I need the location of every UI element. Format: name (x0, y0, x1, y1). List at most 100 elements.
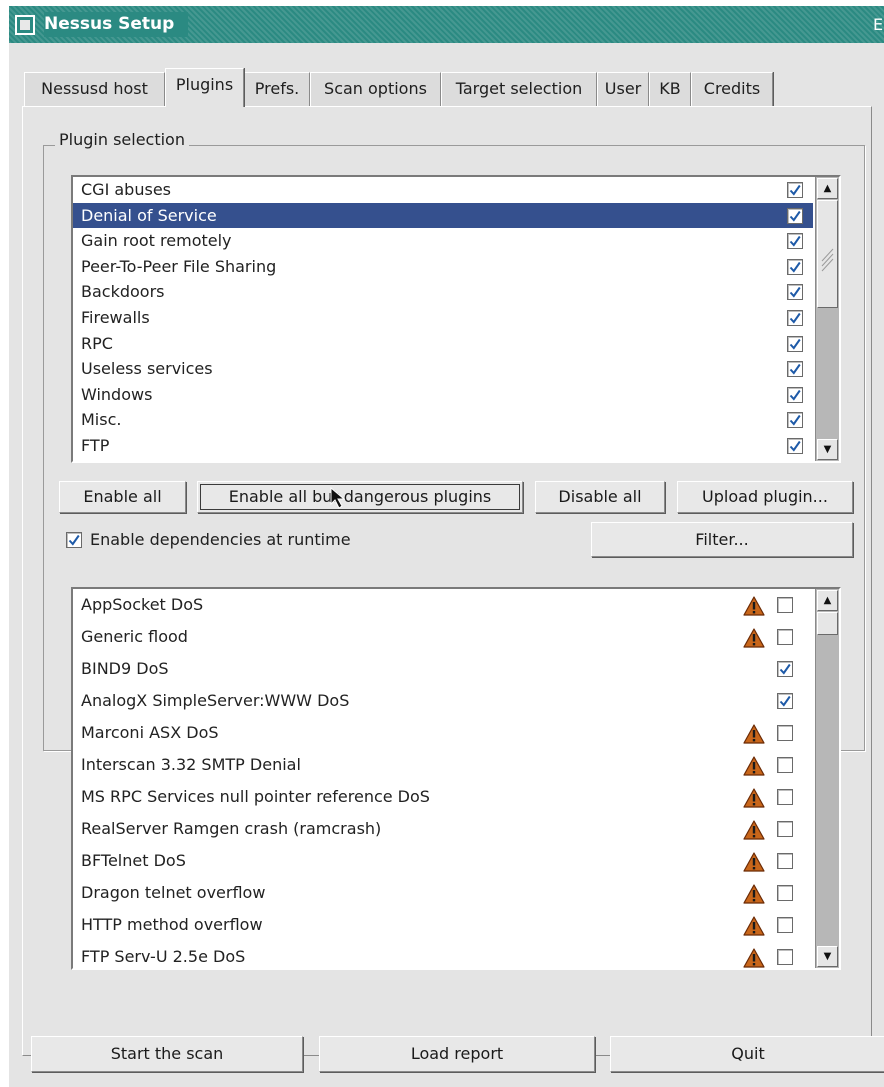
scroll-down-icon[interactable]: ▼ (817, 946, 838, 967)
plugin-checkbox[interactable] (777, 629, 793, 645)
tab-prefs[interactable]: Prefs. (244, 72, 310, 106)
plugin-checkbox[interactable] (777, 725, 793, 741)
dependencies-label: Enable dependencies at runtime (90, 530, 351, 549)
category-label: FTP (81, 435, 110, 455)
category-checkbox[interactable] (787, 258, 803, 275)
plugin-checkbox[interactable] (777, 661, 793, 677)
plugin-checkbox[interactable] (777, 757, 793, 773)
plugin-checkbox[interactable] (777, 949, 793, 965)
tab-target-selection[interactable]: Target selection (441, 72, 597, 106)
category-checkbox[interactable] (787, 207, 803, 224)
plugin-item[interactable]: BFTelnet DoS (73, 845, 813, 877)
plugin-checkbox[interactable] (777, 693, 793, 709)
category-item[interactable]: CGI abuses (73, 177, 813, 203)
plugin-label: Marconi ASX DoS (81, 723, 219, 742)
plugin-item[interactable]: FTP Serv-U 2.5e DoS (73, 941, 813, 968)
scroll-thumb[interactable] (817, 200, 838, 308)
plugin-item[interactable]: MS RPC Services null pointer reference D… (73, 781, 813, 813)
scroll-down-icon[interactable]: ▼ (817, 439, 838, 460)
plugin-item[interactable]: BIND9 DoS (73, 653, 813, 685)
plugin-checkbox[interactable] (777, 597, 793, 613)
plugin-item[interactable]: AppSocket DoS (73, 589, 813, 621)
warning-icon (743, 595, 765, 616)
plugin-checkbox[interactable] (777, 789, 793, 805)
warning-icon (743, 819, 765, 840)
category-item[interactable]: Backdoors (73, 279, 813, 305)
window-title: Nessus Setup (44, 12, 189, 37)
warning-icon (743, 723, 765, 744)
window-menu-icon[interactable] (15, 15, 35, 35)
category-item[interactable]: Windows (73, 382, 813, 408)
plugin-label: HTTP method overflow (81, 915, 263, 934)
category-item[interactable]: Firewalls (73, 305, 813, 331)
category-item[interactable]: Denial of Service (73, 202, 813, 229)
start-scan-button[interactable]: Start the scan (31, 1036, 303, 1072)
category-label: Firewalls (81, 307, 150, 327)
category-checkbox[interactable] (787, 361, 803, 378)
category-rows: CGI abuses Denial of Service Gain root rem… (73, 177, 813, 461)
category-checkbox[interactable] (787, 386, 803, 403)
category-item[interactable]: FTP (73, 433, 813, 459)
plugin-label: FTP Serv-U 2.5e DoS (81, 947, 246, 966)
category-checkbox[interactable] (787, 182, 803, 198)
category-label: Useless services (81, 359, 213, 379)
plugin-checkbox[interactable] (777, 821, 793, 837)
plugin-scrollbar[interactable]: ▲ ▼ (815, 589, 839, 968)
plugin-list[interactable]: AppSocket DoS Generic flood BIND9 DoS Analo… (71, 587, 841, 970)
window-corner-button[interactable]: E (872, 13, 884, 37)
scroll-up-icon[interactable]: ▲ (817, 178, 838, 199)
plugin-label: AnalogX SimpleServer:WWW DoS (81, 691, 350, 710)
category-checkbox[interactable] (787, 309, 803, 326)
category-scrollbar[interactable]: ▲ ▼ (815, 177, 839, 461)
scroll-thumb[interactable] (817, 612, 838, 635)
plugin-label: Interscan 3.32 SMTP Denial (81, 755, 301, 774)
category-item[interactable]: Misc. (73, 407, 813, 433)
plugin-selection-label: Plugin selection (55, 129, 189, 151)
plugin-item[interactable]: Interscan 3.32 SMTP Denial (73, 749, 813, 781)
category-item[interactable]: Useless services (73, 356, 813, 382)
tab-scan-options[interactable]: Scan options (310, 72, 441, 106)
dependencies-checkbox[interactable] (66, 532, 82, 548)
category-label: Misc. (81, 410, 122, 430)
tab-user[interactable]: User (597, 72, 649, 106)
category-checkbox[interactable] (787, 284, 803, 301)
tab-credits[interactable]: Credits (691, 72, 773, 106)
category-checkbox[interactable] (787, 437, 803, 454)
warning-icon (743, 883, 765, 904)
filter-button[interactable]: Filter... (591, 522, 853, 557)
warning-icon (743, 627, 765, 648)
plugin-item[interactable]: Marconi ASX DoS (73, 717, 813, 749)
title-bar[interactable]: Nessus Setup E (9, 6, 884, 43)
category-checkbox[interactable] (787, 233, 803, 250)
category-item[interactable]: Peer-To-Peer File Sharing (73, 254, 813, 280)
upload-plugin-button[interactable]: Upload plugin... (677, 481, 853, 513)
category-label: RPC (81, 333, 113, 353)
category-checkbox[interactable] (787, 335, 803, 352)
category-label: Windows (81, 384, 153, 404)
plugin-checkbox[interactable] (777, 917, 793, 933)
plugin-item[interactable]: Generic flood (73, 621, 813, 653)
category-item[interactable]: RPC (73, 331, 813, 357)
load-report-button[interactable]: Load report (319, 1036, 595, 1072)
quit-button[interactable]: Quit (610, 1036, 884, 1072)
disable-all-button[interactable]: Disable all (535, 481, 665, 513)
enable-all-button[interactable]: Enable all (59, 481, 186, 513)
warning-icon (743, 755, 765, 776)
plugin-label: BIND9 DoS (81, 659, 169, 678)
tab-kb[interactable]: KB (649, 72, 691, 106)
enable-safe-button[interactable]: Enable all but dangerous plugins (197, 481, 523, 513)
warning-icon (743, 947, 765, 968)
scroll-up-icon[interactable]: ▲ (817, 590, 838, 611)
plugin-checkbox[interactable] (777, 853, 793, 869)
category-item[interactable]: Gain root remotely (73, 228, 813, 254)
category-checkbox[interactable] (787, 412, 803, 429)
plugin-item[interactable]: RealServer Ramgen crash (ramcrash) (73, 813, 813, 845)
tab-nessusd-host[interactable]: Nessusd host (24, 72, 165, 106)
category-list[interactable]: CGI abuses Denial of Service Gain root rem… (71, 175, 841, 463)
plugin-item[interactable]: AnalogX SimpleServer:WWW DoS (73, 685, 813, 717)
plugin-checkbox[interactable] (777, 885, 793, 901)
plugin-item[interactable]: HTTP method overflow (73, 909, 813, 941)
plugin-label: BFTelnet DoS (81, 851, 186, 870)
plugin-item[interactable]: Dragon telnet overflow (73, 877, 813, 909)
tab-plugins[interactable]: Plugins (165, 68, 244, 107)
